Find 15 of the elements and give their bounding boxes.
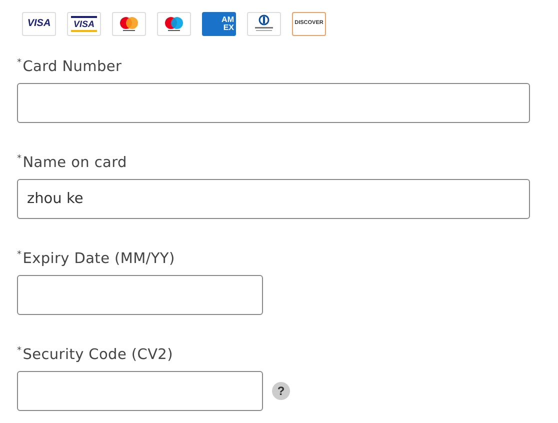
input-field[interactable] <box>17 83 530 123</box>
field-label: $^{*}$Security Code (CV2) <box>17 346 173 363</box>
field-label: $^{*}$Name on card <box>17 154 127 171</box>
input-field[interactable] <box>17 275 263 315</box>
card-logo: AM EX <box>202 12 236 36</box>
card-logo: VISA <box>67 12 101 36</box>
card-logo <box>157 12 191 36</box>
card-logo: VISA <box>22 12 56 36</box>
card-logo <box>112 12 146 36</box>
input-field[interactable] <box>17 371 263 411</box>
field-label: $^{*}$Card Number <box>17 58 122 75</box>
card-logo <box>247 12 281 36</box>
input-field[interactable]: zhou ke <box>17 179 530 219</box>
help-icon[interactable]: ? <box>272 382 290 400</box>
field-label: $^{*}$Expiry Date (MM/YY) <box>17 250 175 267</box>
